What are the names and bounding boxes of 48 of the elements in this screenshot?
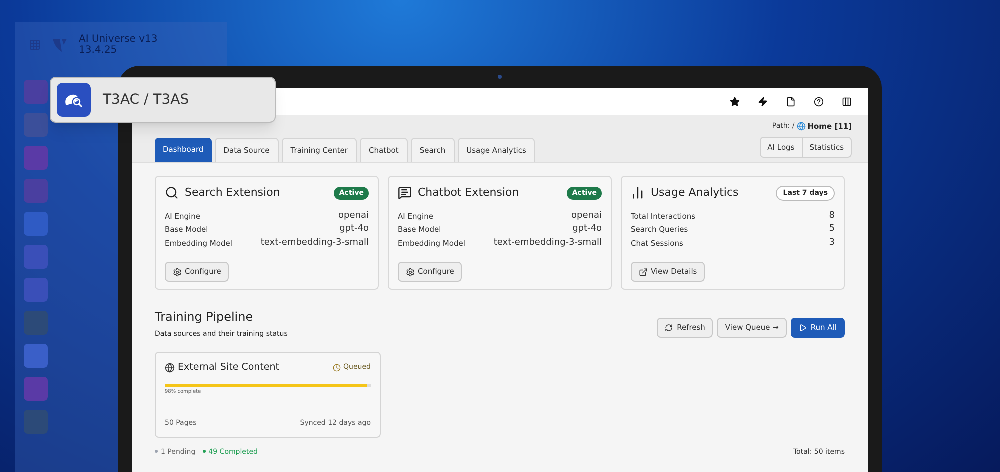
- field-value: 3: [829, 236, 835, 250]
- refresh-icon: [665, 324, 674, 332]
- field-value: 5: [829, 223, 835, 236]
- search-icon: [165, 186, 179, 200]
- file-icon[interactable]: [786, 96, 796, 106]
- columns-icon[interactable]: [842, 96, 852, 106]
- card-title: Usage Analytics: [651, 185, 739, 201]
- chart-icon: [631, 186, 645, 200]
- sidebar-module-icon: [24, 344, 48, 368]
- section-title: Training Pipeline: [155, 309, 254, 326]
- sidebar-module-icon: [24, 146, 48, 170]
- module-name: T3AC / T3AS: [103, 90, 190, 110]
- app-version: 13.4.25: [79, 45, 118, 56]
- sidebar-module-icon: [24, 278, 48, 302]
- chat-icon: [398, 186, 412, 200]
- external-link-icon: [639, 268, 648, 276]
- sidebar-module-icon: [24, 179, 48, 203]
- sidebar-module-icon: [24, 212, 48, 236]
- sidebar-module-icon: [24, 245, 48, 269]
- field-value: openai: [338, 210, 369, 222]
- clock-icon: [332, 364, 341, 372]
- play-icon: [798, 324, 807, 332]
- sidebar-module-icon: [24, 410, 48, 434]
- sidebar-module-icon: [24, 80, 48, 104]
- globe-icon: [165, 362, 175, 373]
- field-value: text-embedding-3-small: [494, 236, 602, 250]
- sidebar-module-icon: [24, 113, 48, 137]
- globe-icon: [796, 122, 806, 131]
- grid-icon: [29, 39, 41, 51]
- sidebar-module-icon: [24, 377, 48, 401]
- star-icon[interactable]: [730, 96, 740, 106]
- app-title: AI Universe v13: [79, 34, 158, 45]
- settings-icon: [173, 268, 182, 276]
- field-value: text-embedding-3-small: [260, 236, 369, 250]
- field-value: gpt-4o: [340, 223, 369, 236]
- camera-icon: [498, 75, 502, 79]
- source-title: External Site Content: [178, 360, 280, 374]
- field-value: openai: [572, 210, 602, 222]
- module-logo-icon: [57, 83, 91, 117]
- sidebar-module-icon: [24, 311, 48, 335]
- card-title: Search Extension: [185, 185, 280, 201]
- card-title: Chatbot Extension: [418, 185, 520, 201]
- help-icon[interactable]: [814, 96, 824, 106]
- field-value: 8: [829, 210, 835, 222]
- logo-icon: [51, 36, 69, 54]
- field-value: gpt-4o: [572, 223, 602, 236]
- settings-icon: [406, 268, 415, 276]
- bolt-icon[interactable]: [758, 96, 768, 106]
